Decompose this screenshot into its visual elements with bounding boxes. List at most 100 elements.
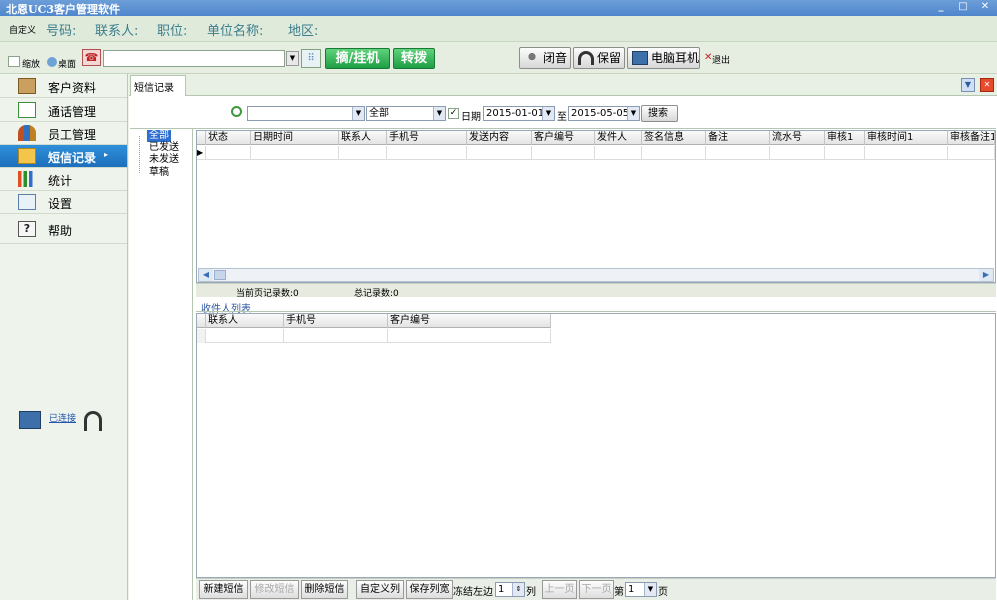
filter-tree: 全部 已发送 未发送 草稿	[130, 129, 193, 600]
page-record-count: 当前页记录数:0	[236, 289, 299, 299]
date-from-picker[interactable]: 2015-01-01 ▼	[483, 106, 555, 121]
search-bar: ▼ 全部 ▼ ✓ 日期 2015-01-01 ▼ 至 2015-05-05 ▼ 搜索	[130, 97, 996, 129]
custom-label[interactable]: 自定义	[9, 23, 36, 36]
row-pointer-icon: ▶	[197, 146, 206, 160]
chevron-right-icon: ▸	[104, 150, 109, 159]
minimize-button[interactable]: _	[934, 1, 948, 14]
chart-icon	[18, 171, 36, 187]
pc-headset-label: 电脑耳机	[651, 51, 700, 65]
desktop-icon[interactable]	[47, 57, 57, 67]
save-column-width-button[interactable]: 保存列宽	[406, 580, 453, 599]
column-header[interactable]: 客户编号	[388, 314, 551, 328]
column-header[interactable]: 手机号	[387, 131, 467, 145]
status-select[interactable]: 全部 ▼	[366, 106, 446, 121]
date-label: 日期	[461, 112, 481, 123]
column-header[interactable]: 审核备注1	[948, 131, 995, 145]
sidebar-item-staff[interactable]: 员工管理	[0, 122, 127, 145]
shrink-checkbox[interactable]	[8, 56, 20, 67]
column-header[interactable]: 审核时间1	[865, 131, 948, 145]
hold-label: 保留	[597, 51, 622, 65]
sidebar-item-statistics[interactable]: 统计	[0, 168, 127, 191]
column-header[interactable]: 联系人	[339, 131, 387, 145]
keypad-icon[interactable]: ⠿	[301, 49, 321, 68]
desktop-label: 桌面	[58, 60, 77, 70]
search-button[interactable]: 搜索	[641, 105, 678, 122]
column-header[interactable]: 手机号	[284, 314, 388, 328]
column-header[interactable]: 客户编号	[532, 131, 595, 145]
date-checkbox[interactable]: ✓	[448, 108, 459, 119]
exit-label[interactable]: 退出	[712, 53, 730, 66]
grid-status-bar: 当前页记录数:0 总记录数:0	[196, 283, 996, 299]
next-page-button[interactable]: 下一页	[579, 580, 614, 599]
tree-item-draft[interactable]: 草稿	[149, 167, 169, 179]
edit-sms-button[interactable]: 修改短信	[250, 580, 299, 599]
mute-label: 闭音	[543, 51, 568, 65]
tree-item-unsent[interactable]: 未发送	[149, 154, 179, 166]
horizontal-scrollbar[interactable]: ◀ ▶	[198, 268, 994, 282]
mute-button[interactable]: 闭音	[519, 47, 571, 69]
dial-number-input[interactable]	[103, 50, 285, 67]
maximize-button[interactable]: □	[956, 1, 970, 14]
pickup-hangup-button[interactable]: 摘/挂机	[325, 48, 390, 69]
help-icon: ?	[18, 221, 36, 237]
tree-connector	[139, 136, 140, 173]
search-field-select[interactable]: ▼	[247, 106, 365, 121]
sms-records-grid[interactable]: 状态 日期时间 联系人 手机号 发送内容 客户编号 发件人 签名信息 备注 流水…	[196, 130, 996, 283]
column-header[interactable]: 联系人	[206, 314, 284, 328]
tab-sms-records[interactable]: 短信记录	[130, 75, 186, 96]
shrink-label: 缩放	[22, 60, 41, 70]
close-button[interactable]: ✕	[978, 1, 992, 14]
info-position-label: 职位:	[157, 24, 188, 39]
tab-dropdown-button[interactable]: ▼	[961, 78, 975, 92]
tree-item-all[interactable]: 全部	[147, 130, 171, 142]
page-prefix-label: 第	[614, 587, 624, 598]
column-header[interactable]: 发件人	[595, 131, 642, 145]
toolbar: 缩放 桌面 ☎ ▼ ⠿ 摘/挂机 转拨 闭音 保留 电脑耳机 ✕ 退出	[0, 42, 997, 74]
scroll-left-icon[interactable]: ◀	[199, 269, 213, 281]
call-icon	[18, 102, 36, 118]
column-header[interactable]: 签名信息	[642, 131, 706, 145]
grid-header: 状态 日期时间 联系人 手机号 发送内容 客户编号 发件人 签名信息 备注 流水…	[197, 131, 995, 145]
new-sms-button[interactable]: 新建短信	[199, 580, 248, 599]
column-header[interactable]: 日期时间	[251, 131, 339, 145]
sidebar-item-customers[interactable]: 客户资料	[0, 75, 127, 98]
computer-icon	[19, 411, 41, 429]
column-header[interactable]: 审核1	[825, 131, 865, 145]
column-header[interactable]: 备注	[706, 131, 770, 145]
connection-status: 已连接	[49, 414, 77, 424]
sidebar-item-help[interactable]: ? 帮助	[0, 218, 127, 244]
sidebar-item-label: 员工管理	[48, 128, 97, 142]
window-title: 北恩UC3客户管理软件	[6, 3, 121, 16]
sidebar-item-calls[interactable]: 通话管理	[0, 99, 127, 122]
column-header[interactable]: 发送内容	[467, 131, 532, 145]
sidebar-item-sms[interactable]: 短信记录 ▸	[0, 145, 127, 168]
prev-page-button[interactable]: 上一页	[542, 580, 577, 599]
table-row[interactable]: ▶	[197, 146, 995, 160]
computer-icon	[632, 51, 648, 65]
date-to-picker[interactable]: 2015-05-05 ▼	[568, 106, 640, 121]
table-row[interactable]	[197, 329, 551, 343]
scroll-right-icon[interactable]: ▶	[979, 269, 993, 281]
recipients-grid[interactable]: 联系人 手机号 客户编号	[196, 313, 996, 578]
column-header[interactable]: 流水号	[770, 131, 825, 145]
custom-columns-button[interactable]: 自定义列	[356, 580, 404, 599]
scroll-thumb[interactable]	[214, 270, 226, 280]
title-bar: 北恩UC3客户管理软件 _ □ ✕	[0, 0, 997, 16]
sidebar-item-settings[interactable]: 设置	[0, 191, 127, 214]
transfer-button[interactable]: 转拨	[393, 48, 435, 69]
sidebar-item-label: 设置	[48, 197, 73, 211]
column-header[interactable]: 状态	[206, 131, 251, 145]
sms-icon	[18, 148, 36, 164]
tree-item-sent[interactable]: 已发送	[149, 142, 179, 154]
phone-icon[interactable]: ☎	[82, 49, 101, 66]
tab-close-button[interactable]: ✕	[980, 78, 994, 92]
column-unit-label: 列	[526, 587, 536, 598]
pc-headset-button[interactable]: 电脑耳机	[627, 47, 700, 69]
grid-header: 联系人 手机号 客户编号	[197, 314, 551, 328]
delete-sms-button[interactable]: 删除短信	[301, 580, 348, 599]
hold-button[interactable]: 保留	[573, 47, 625, 69]
page-number-select[interactable]: 1 ▼	[625, 582, 657, 597]
freeze-columns-stepper[interactable]: 1 ⇕	[495, 582, 525, 597]
dial-dropdown-button[interactable]: ▼	[286, 51, 299, 66]
date-to-label: 至	[557, 112, 567, 123]
